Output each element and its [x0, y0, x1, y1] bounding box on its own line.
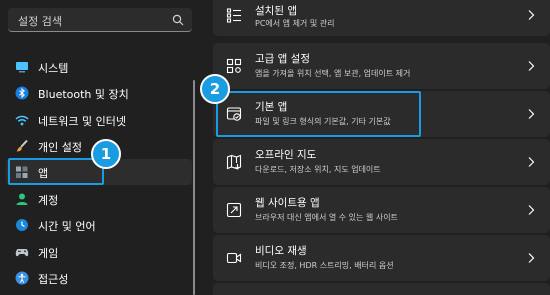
card-title: 설치된 앱 [255, 5, 297, 17]
sidebar-item-time-language[interactable]: 시간 및 언어 [6, 212, 192, 238]
gamepad-icon [15, 249, 29, 257]
sidebar-item-label: 시스템 [38, 62, 69, 75]
card-desc: PC에서 앱 제거 및 관리 [255, 19, 335, 28]
sidebar-item-system[interactable]: 시스템 [6, 54, 192, 80]
search-icon[interactable] [172, 14, 184, 26]
sidebar-scrollbar[interactable] [193, 80, 195, 295]
card-video-playback[interactable]: 비디오 재생 비디오 조정, HDR 스트리밍, 배터리 옵션 [213, 235, 550, 281]
sidebar-item-label: 접근성 [38, 273, 69, 286]
card-desc: 앱을 가져올 위치 선택, 앱 보관, 업데이트 제거 [255, 69, 411, 78]
globe-clock-icon [16, 219, 28, 231]
search-placeholder: 설정 검색 [18, 15, 62, 28]
card-installed-apps[interactable]: 설치된 앱 PC에서 앱 제거 및 관리 [213, 0, 550, 36]
accessibility-icon [15, 271, 29, 285]
card-desc: 다운로드, 저장소 위치, 지도 업데이트 [255, 165, 381, 174]
sidebar-item-label: 계정 [38, 194, 59, 207]
card-desc: 비디오 조정, HDR 스트리밍, 배터리 옵션 [255, 261, 394, 270]
chevron-right-icon [528, 205, 535, 215]
card-advanced-app-settings[interactable]: 고급 앱 설정 앱을 가져올 위치 선택, 앱 보관, 업데이트 제거 [213, 43, 550, 89]
chevron-right-icon [528, 10, 535, 20]
sidebar-item-label: 시간 및 언어 [38, 220, 96, 233]
sidebar-item-label: 개인 설정 [38, 141, 82, 154]
chevron-right-icon [528, 157, 535, 167]
sidebar-item-accessibility[interactable]: 접근성 [6, 265, 192, 291]
callout-badge-1: 1 [91, 139, 121, 169]
card-apps-for-websites[interactable]: 웹 사이트용 앱 브라우저 대신 앱에서 열 수 있는 웹 사이트 [213, 187, 550, 233]
card-title: 비디오 재생 [255, 245, 307, 257]
sidebar-item-bluetooth[interactable]: Bluetooth 및 장치 [6, 80, 192, 106]
monitor-icon [16, 62, 28, 73]
callout-badge-2: 2 [200, 74, 230, 104]
sidebar-item-label: 네트워크 및 인터넷 [38, 115, 126, 128]
advanced-apps-icon [226, 58, 242, 74]
brush-icon [16, 139, 28, 152]
person-icon [16, 193, 28, 205]
search-input[interactable]: 설정 검색 [8, 8, 192, 32]
sidebar-item-network[interactable]: 네트워크 및 인터넷 [6, 107, 192, 133]
web-apps-icon [226, 202, 242, 218]
sidebar-item-label: 게임 [38, 247, 59, 260]
chevron-right-icon [528, 109, 535, 119]
card-title: 오프라인 지도 [255, 149, 317, 161]
highlight-default-apps [216, 91, 421, 137]
highlight-apps [8, 158, 104, 185]
sidebar-item-accounts[interactable]: 계정 [6, 186, 192, 212]
chevron-right-icon [528, 61, 535, 71]
card-title: 웹 사이트용 앱 [255, 197, 320, 209]
bluetooth-icon [15, 86, 29, 100]
card-partial[interactable] [213, 283, 550, 295]
wifi-icon [15, 115, 29, 126]
sidebar-item-gaming[interactable]: 게임 [6, 239, 192, 265]
video-icon [226, 252, 242, 264]
sidebar-item-label: Bluetooth 및 장치 [38, 88, 129, 101]
card-title: 고급 앱 설정 [255, 53, 310, 65]
card-desc: 브라우저 대신 앱에서 열 수 있는 웹 사이트 [255, 213, 398, 222]
card-offline-maps[interactable]: 오프라인 지도 다운로드, 저장소 위치, 지도 업데이트 [213, 139, 550, 185]
installed-apps-icon [226, 8, 241, 23]
chevron-right-icon [528, 253, 535, 263]
offline-maps-icon [226, 154, 242, 170]
